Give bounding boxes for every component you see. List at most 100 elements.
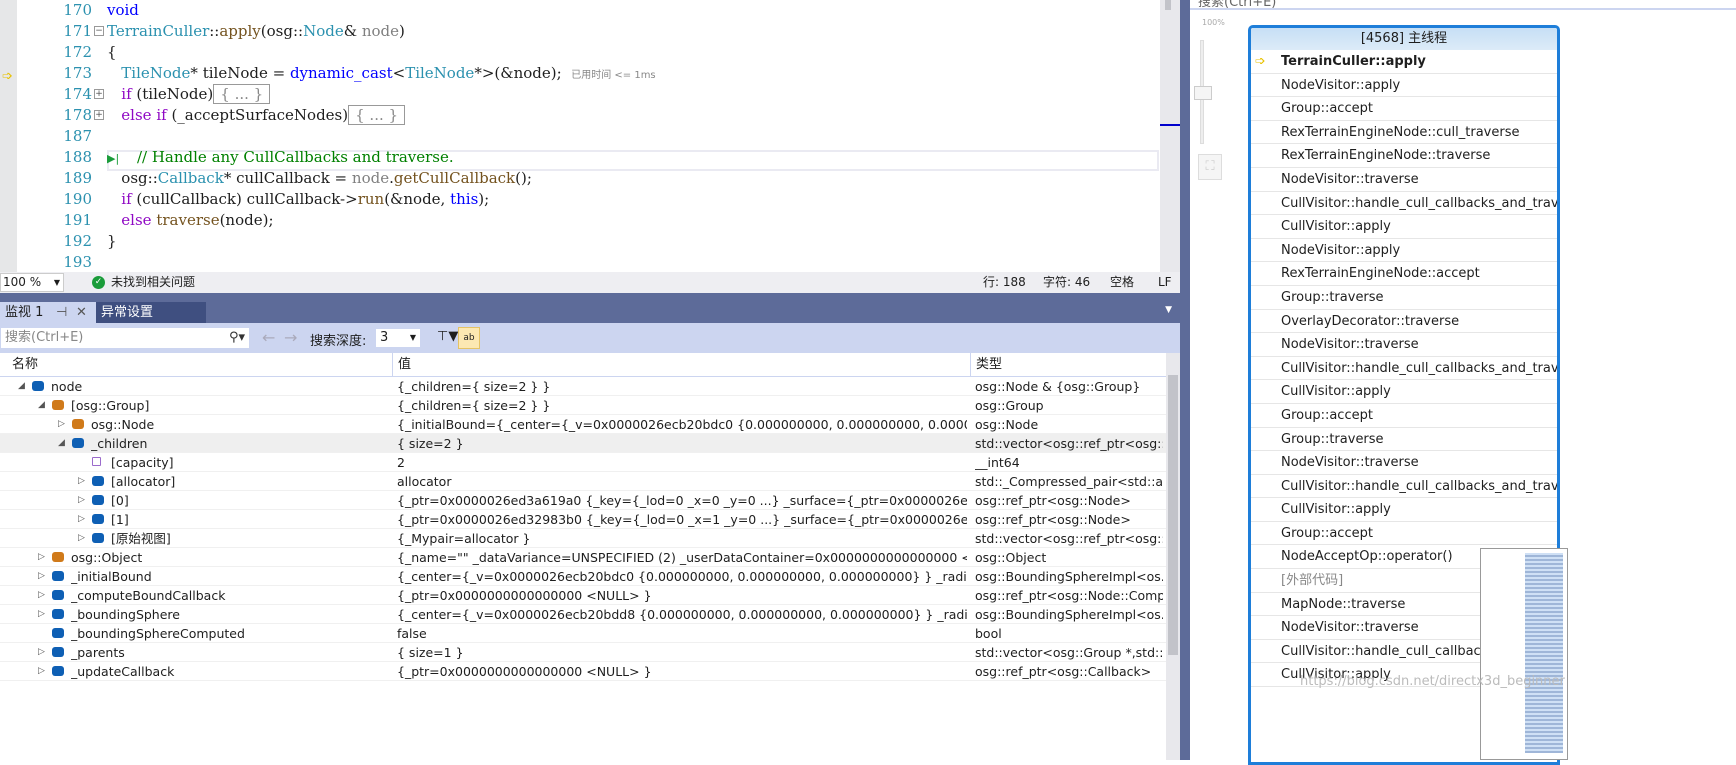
- close-icon[interactable]: ✕: [76, 302, 87, 323]
- watch-value[interactable]: false: [397, 624, 967, 643]
- column-header-value[interactable]: 值: [392, 353, 411, 377]
- collapse-arrow-icon[interactable]: ◢: [38, 396, 45, 415]
- watch-value[interactable]: {_ptr=0x0000000000000000 <NULL> }: [397, 586, 967, 605]
- expand-arrow-icon[interactable]: ▷: [38, 586, 45, 605]
- zoom-dropdown[interactable]: 100 % ▼: [0, 273, 64, 292]
- code-editor[interactable]: 170 void 171− TerrainCuller::apply(osg::Nod…: [0, 0, 1160, 272]
- code-line[interactable]: 171− TerrainCuller::apply(osg::Node& node…: [0, 21, 1160, 42]
- stack-frame[interactable]: Group::accept: [1251, 522, 1557, 546]
- expand-arrow-icon[interactable]: ▷: [78, 529, 85, 548]
- stack-frame[interactable]: CullVisitor::handle_cull_callbacks_and_t…: [1251, 192, 1557, 216]
- watch-row[interactable]: ▷ _boundingSphere {_center={_v=0x0000026ec…: [0, 605, 1166, 624]
- stack-frame[interactable]: CullVisitor::apply: [1251, 380, 1557, 404]
- dropdown-icon[interactable]: ▼: [1165, 305, 1172, 315]
- run-to-click-icon[interactable]: ▶|: [107, 152, 123, 165]
- watch-row[interactable]: ▷ [1] {_ptr=0x0000026ed32983b0 {_key={_lod…: [0, 510, 1166, 529]
- scroll-thumb[interactable]: [1165, 0, 1171, 10]
- tab-exception-settings[interactable]: 异常设置: [96, 302, 206, 323]
- stack-frame[interactable]: CullVisitor::handle_cull_callbacks_and_t…: [1251, 475, 1557, 499]
- expand-arrow-icon[interactable]: ▷: [38, 567, 45, 586]
- watch-row[interactable]: ◢ [osg::Group] {_children={ size=2 } } osg:…: [0, 396, 1166, 415]
- stack-frame[interactable]: ➩ TerrainCuller::apply: [1251, 50, 1557, 74]
- collapse-arrow-icon[interactable]: ◢: [18, 377, 25, 396]
- watch-value[interactable]: {_ptr=0x0000026ed3a619a0 {_key={_lod=0 _…: [397, 491, 967, 510]
- stack-frame[interactable]: NodeVisitor::apply: [1251, 239, 1557, 263]
- splitter[interactable]: [1180, 0, 1190, 760]
- search-icon[interactable]: ⚲▾: [229, 328, 245, 348]
- expand-arrow-icon[interactable]: ▷: [38, 548, 45, 567]
- stack-frame[interactable]: Group::traverse: [1251, 428, 1557, 452]
- stack-frame[interactable]: Group::traverse: [1251, 286, 1557, 310]
- collapse-arrow-icon[interactable]: ◢: [58, 434, 65, 453]
- hex-display-icon[interactable]: ab: [458, 327, 480, 349]
- watch-value[interactable]: {_children={ size=2 } }: [397, 396, 967, 415]
- back-arrow-icon[interactable]: ←: [262, 328, 275, 347]
- watch-row[interactable]: ▷ _parents { size=1 } std::vector<osg::Grou…: [0, 643, 1166, 662]
- column-header-name[interactable]: 名称: [12, 353, 38, 377]
- watch-value[interactable]: {_initialBound={_center={_v=0x0000026ecb…: [397, 415, 967, 434]
- tab-watch-1[interactable]: 监视 1 ⊣ ✕: [0, 302, 96, 323]
- code-line[interactable]: 187: [0, 126, 1160, 147]
- code-line[interactable]: 170 void: [0, 0, 1160, 21]
- watch-value[interactable]: {_center={_v=0x0000026ecb20bdc0 {0.00000…: [397, 567, 967, 586]
- issues-status[interactable]: 未找到相关问题: [111, 272, 195, 293]
- zoom-slider-thumb[interactable]: [1194, 86, 1212, 100]
- watch-row[interactable]: ▷ _initialBound {_center={_v=0x0000026ecb2…: [0, 567, 1166, 586]
- watch-value[interactable]: {_Mypair=allocator }: [397, 529, 967, 548]
- expand-icon[interactable]: +: [94, 110, 104, 120]
- code-line[interactable]: 189 osg::Callback* cullCallback = node.g…: [0, 168, 1160, 189]
- expand-arrow-icon[interactable]: ▷: [58, 415, 65, 434]
- collapsed-block[interactable]: { ... }: [348, 105, 406, 125]
- stack-frame[interactable]: NodeVisitor::traverse: [1251, 333, 1557, 357]
- stack-frame[interactable]: NodeVisitor::traverse: [1251, 168, 1557, 192]
- search-depth-select[interactable]: 3 ▼: [375, 328, 421, 348]
- expand-arrow-icon[interactable]: ▷: [78, 510, 85, 529]
- expand-arrow-icon[interactable]: ▷: [38, 643, 45, 662]
- stack-frame[interactable]: NodeVisitor::traverse: [1251, 451, 1557, 475]
- spaces-indicator[interactable]: 空格: [1110, 272, 1134, 293]
- watch-value[interactable]: {_name="" _dataVariance=UNSPECIFIED (2) …: [397, 548, 967, 567]
- watch-row[interactable]: ▷ [allocator] allocator std::_Compressed_pa…: [0, 472, 1166, 491]
- fit-view-icon[interactable]: ⛶: [1198, 154, 1222, 180]
- watch-value[interactable]: {_ptr=0x0000026ed32983b0 {_key={_lod=0 _…: [397, 510, 967, 529]
- eol-indicator[interactable]: LF: [1158, 272, 1172, 293]
- collapsed-block[interactable]: { ... }: [213, 84, 271, 104]
- scroll-thumb[interactable]: [1168, 375, 1178, 655]
- stack-frame[interactable]: OverlayDecorator::traverse: [1251, 310, 1557, 334]
- watch-row[interactable]: ◢ _children { size=2 } std::vector<osg::ref…: [0, 434, 1166, 453]
- thumbnail-preview[interactable]: [1480, 548, 1568, 760]
- stack-frame[interactable]: RexTerrainEngineNode::cull_traverse: [1251, 121, 1557, 145]
- stack-frame[interactable]: NodeVisitor::apply: [1251, 74, 1557, 98]
- editor-scrollbar[interactable]: [1160, 0, 1180, 293]
- watch-row[interactable]: _boundingSphereComputed false bool: [0, 624, 1166, 643]
- stacks-search-input[interactable]: 搜索(Ctrl+E): [1190, 0, 1736, 10]
- watch-value[interactable]: { size=2 }: [397, 434, 967, 453]
- stack-frame[interactable]: RexTerrainEngineNode::traverse: [1251, 144, 1557, 168]
- code-line[interactable]: 172 {: [0, 42, 1160, 63]
- code-line[interactable]: 178 + else if (_acceptSurfaceNodes){ ... …: [0, 105, 1160, 126]
- watch-row[interactable]: ▷ osg::Node {_initialBound={_center={_v=0x…: [0, 415, 1166, 434]
- forward-arrow-icon[interactable]: →: [284, 328, 297, 347]
- code-line[interactable]: 174 + if (tileNode){ ... }: [0, 84, 1160, 105]
- watch-value[interactable]: { size=1 }: [397, 643, 967, 662]
- watch-value[interactable]: allocator: [397, 472, 967, 491]
- stack-frame[interactable]: CullVisitor::apply: [1251, 215, 1557, 239]
- expand-arrow-icon[interactable]: ▷: [38, 605, 45, 624]
- pin-filter-icon[interactable]: ⊤▼: [437, 329, 458, 344]
- stack-frame[interactable]: RexTerrainEngineNode::accept: [1251, 262, 1557, 286]
- watch-search-input[interactable]: 搜索(Ctrl+E) ⚲▾: [0, 327, 250, 349]
- code-line[interactable]: 173 ➩ TileNode* tileNode = dynamic_cast<T…: [0, 63, 1160, 84]
- expand-arrow-icon[interactable]: ▷: [78, 472, 85, 491]
- watch-value[interactable]: {_center={_v=0x0000026ecb20bdd8 {0.00000…: [397, 605, 967, 624]
- watch-row[interactable]: ▷ [0] {_ptr=0x0000026ed3a619a0 {_key={_lod…: [0, 491, 1166, 510]
- watch-row[interactable]: ◢ node {_children={ size=2 } } osg::Node & …: [0, 377, 1166, 396]
- code-line[interactable]: 191 else traverse(node);: [0, 210, 1160, 231]
- watch-value[interactable]: {_children={ size=2 } }: [397, 377, 967, 396]
- watch-row[interactable]: ▷ [原始视图] {_Mypair=allocator } std::vector<o…: [0, 529, 1166, 548]
- column-header-type[interactable]: 类型: [970, 353, 1002, 377]
- stack-frame[interactable]: Group::accept: [1251, 404, 1557, 428]
- code-line[interactable]: 188 ▶| // Handle any CullCallbacks and tr…: [0, 147, 1160, 168]
- watch-row[interactable]: ▷ _computeBoundCallback {_ptr=0x0000000000…: [0, 586, 1166, 605]
- stack-frame[interactable]: CullVisitor::apply: [1251, 498, 1557, 522]
- expand-arrow-icon[interactable]: ▷: [38, 662, 45, 681]
